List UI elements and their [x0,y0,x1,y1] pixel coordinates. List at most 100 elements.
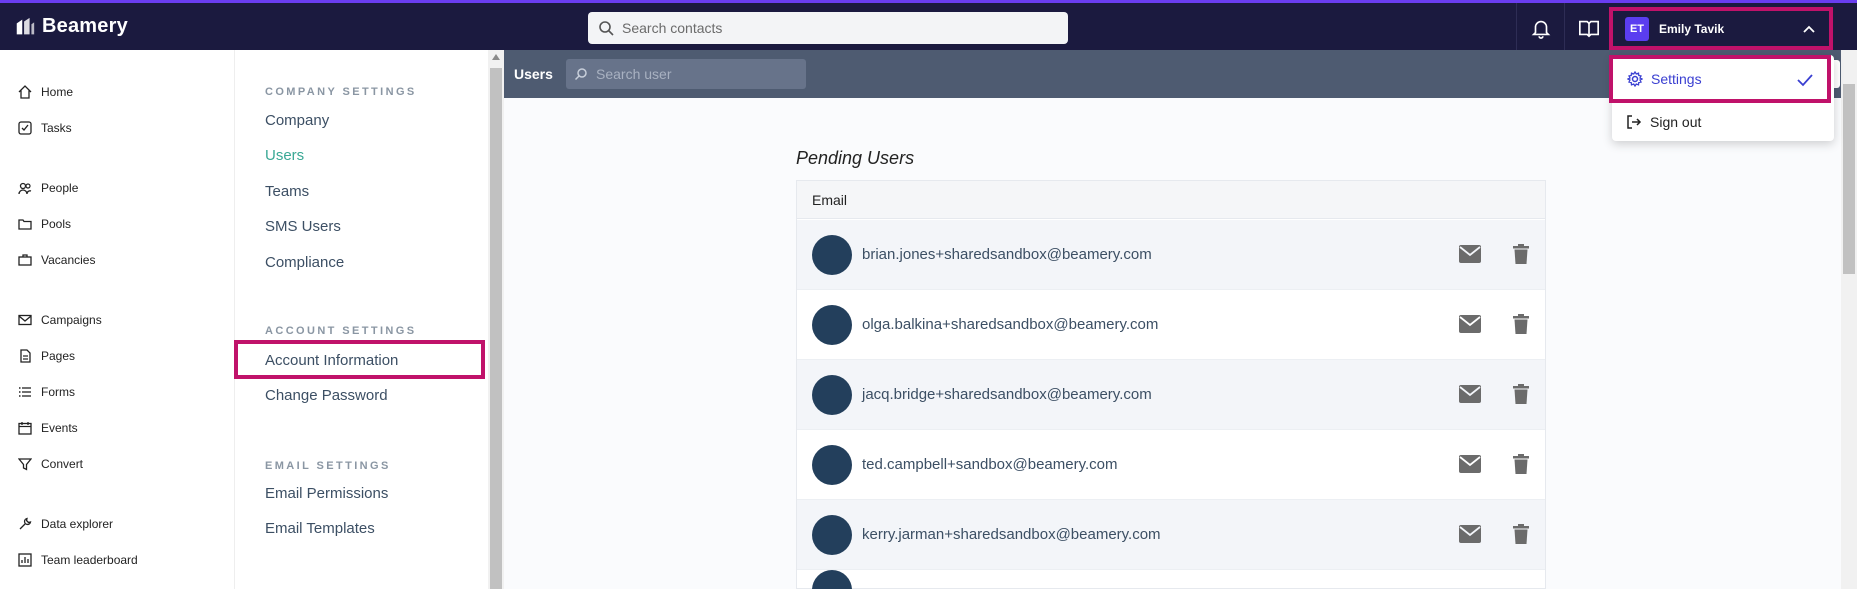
gear-icon [1627,71,1643,87]
contacts-search[interactable] [588,12,1068,44]
table-row [797,569,1545,589]
user-email: kerry.jarman+sharedsandbox@beamery.com [862,526,1161,543]
avatar [812,304,852,345]
resend-invite-mail-icon[interactable] [1459,455,1481,473]
email-settings-heading: EMAIL SETTINGS [265,460,391,472]
hidden-button-edge[interactable] [1834,60,1840,88]
main-scrollbar-thumb[interactable] [1843,84,1855,274]
resend-invite-mail-icon[interactable] [1459,525,1481,543]
sidebar-item-label: Vacancies [41,253,96,267]
funnel-icon [18,458,32,471]
delete-trash-icon[interactable] [1513,524,1529,544]
resend-invite-mail-icon[interactable] [1459,315,1481,333]
resend-invite-mail-icon[interactable] [1459,245,1481,263]
settings-link-email-permissions[interactable]: Email Permissions [265,485,388,502]
page-icon [20,349,31,363]
settings-link-users[interactable]: Users [265,147,304,164]
delete-trash-icon[interactable] [1513,454,1529,474]
calendar-icon [18,422,32,435]
sidebar-item-campaigns[interactable]: Campaigns [18,308,102,332]
sidebar-item-label: Convert [41,457,84,471]
account-settings-heading: ACCOUNT SETTINGS [265,325,417,337]
list-icon [19,387,31,397]
settings-link-company[interactable]: Company [265,112,329,129]
user-email: ted.campbell+sandbox@beamery.com [862,456,1118,473]
user-search-input[interactable] [596,66,796,82]
sidebar-item-pages[interactable]: Pages [18,344,75,368]
brand-name: Beamery [42,15,128,37]
sidebar-item-label: Campaigns [41,313,102,327]
people-icon [18,182,32,195]
search-icon [599,21,614,36]
user-name: Emily Tavik [1659,21,1725,36]
main-content: Pending Users Email brian.jones+sharedsa… [504,98,1841,589]
sidebar-item-label: Home [41,85,74,99]
sidebar-item-events[interactable]: Events [18,416,78,440]
chevron-up-icon [1803,25,1815,33]
user-email: jacq.bridge+sharedsandbox@beamery.com [862,386,1152,403]
delete-trash-icon[interactable] [1513,244,1529,264]
avatar [812,569,852,589]
folder-icon [18,219,32,230]
scroll-up-arrow-icon[interactable] [492,54,500,60]
sidebar-item-label: Pools [41,217,72,231]
users-title: Users [514,66,553,82]
user-avatar: ET [1625,16,1649,41]
menu-item-settings[interactable]: Settings [1609,55,1831,103]
settings-link-email-templates[interactable]: Email Templates [265,520,375,537]
table-row: brian.jones+sharedsandbox@beamery.com [797,220,1545,290]
user-menu-toggle[interactable]: ET Emily Tavik [1609,7,1833,50]
table-row: jacq.bridge+sharedsandbox@beamery.com [797,360,1545,430]
delete-trash-icon[interactable] [1513,384,1529,404]
mail-icon [18,314,32,326]
main-scrollbar[interactable] [1841,50,1857,589]
sidebar-item-team-leaderboard[interactable]: Team leaderboard [18,548,138,572]
beamery-logo-icon [16,17,35,34]
notifications-button[interactable] [1516,3,1564,53]
brand-logo[interactable]: Beamery [14,15,128,38]
settings-scrollbar[interactable] [488,50,504,589]
sidebar-item-data-explorer[interactable]: Data explorer [18,512,113,536]
email-column-header: Email [797,181,1545,219]
pending-users-table: Email brian.jones+sharedsandbox@beamery.… [796,180,1546,589]
sidebar-item-tasks[interactable]: Tasks [18,116,72,140]
sidebar-item-pools[interactable]: Pools [18,212,71,236]
avatar [812,514,852,555]
book-icon [1578,20,1599,38]
bell-icon [1531,20,1550,39]
settings-link-teams[interactable]: Teams [265,183,309,200]
company-settings-heading: COMPANY SETTINGS [265,86,417,98]
sidebar-item-label: Forms [41,385,75,399]
sidebar-item-label: Tasks [41,121,72,135]
resend-invite-mail-icon[interactable] [1459,385,1481,403]
home-icon [18,85,32,99]
contacts-search-input[interactable] [622,20,1042,36]
account-information-highlight [234,340,485,379]
menu-item-label: Settings [1651,71,1702,87]
sidebar-item-vacancies[interactable]: Vacancies [18,248,95,272]
sidebar-item-label: People [41,181,79,195]
delete-trash-icon[interactable] [1513,314,1529,334]
sidebar-item-home[interactable]: Home [18,80,73,104]
settings-scrollbar-thumb[interactable] [490,68,502,589]
settings-link-sms-users[interactable]: SMS Users [265,218,341,235]
chart-icon [18,553,32,567]
settings-link-change-password[interactable]: Change Password [265,387,388,404]
sidebar-item-label: Data explorer [41,517,114,531]
avatar [812,444,852,485]
avatar [812,234,852,275]
user-search[interactable] [566,59,806,89]
search-icon [574,68,587,81]
tasks-icon [18,121,32,135]
settings-panel: COMPANY SETTINGS Company Users Teams SMS… [234,50,488,589]
sidebar-item-convert[interactable]: Convert [18,452,83,476]
sidebar-item-forms[interactable]: Forms [18,380,75,404]
sidebar-item-people[interactable]: People [18,176,78,200]
user-email: olga.balkina+sharedsandbox@beamery.com [862,316,1159,333]
settings-link-compliance[interactable]: Compliance [265,254,344,271]
sidebar-item-label: Pages [41,349,76,363]
help-docs-button[interactable] [1564,3,1612,53]
sidebar-item-label: Events [41,421,78,435]
menu-item-sign-out[interactable]: Sign out [1612,105,1834,139]
wrench-icon [19,517,32,530]
